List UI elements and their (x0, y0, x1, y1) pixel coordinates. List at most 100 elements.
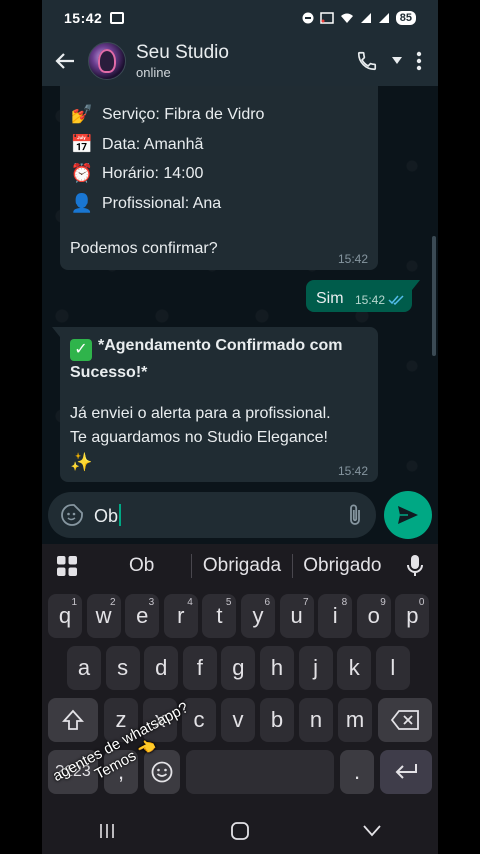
avatar[interactable] (88, 42, 126, 80)
backspace-icon (391, 710, 419, 730)
key-o[interactable]: o9 (356, 594, 391, 638)
key-hint: 6 (264, 597, 270, 608)
sticker-icon[interactable] (60, 503, 84, 527)
key-k[interactable]: k (337, 646, 372, 690)
send-button[interactable] (384, 491, 432, 539)
key-t[interactable]: t5 (202, 594, 237, 638)
navigation-bar (42, 808, 438, 854)
key-y[interactable]: y6 (241, 594, 275, 638)
incoming-message[interactable]: ✓ *Agendamento Confirmado com Sucesso!* J… (52, 327, 378, 482)
outgoing-message[interactable]: Sim 15:42 (306, 280, 420, 312)
enter-key[interactable] (380, 750, 432, 794)
key-hint: 4 (187, 597, 193, 608)
key-hint: 2 (110, 597, 116, 608)
message-input[interactable]: Ob (48, 492, 376, 538)
backspace-key[interactable] (378, 698, 432, 742)
incoming-message[interactable]: 💅 Serviço: Fibra de Vidro 📅 Data: Amanhã… (60, 86, 378, 270)
key-label: p (406, 603, 419, 628)
message-line: 📅 Data: Amanhã (70, 130, 366, 160)
header-actions (356, 50, 438, 72)
keyboard-row: zxcvbnm (42, 698, 438, 746)
key-label: y (252, 603, 264, 628)
message-question: Podemos confirmar? (70, 240, 218, 257)
battery-icon: 85 (395, 11, 416, 25)
key-d[interactable]: d (144, 646, 179, 690)
more-vertical-icon[interactable] (416, 51, 422, 71)
key-label: i (332, 603, 338, 628)
key-hint: 3 (148, 597, 155, 608)
keyboard: Ob Obrigada Obrigado q1w2e3r4t5y6u7i8o9p… (42, 544, 438, 854)
apps-grid-icon[interactable] (42, 555, 92, 577)
scrollbar[interactable] (432, 236, 436, 356)
person-icon: 👤 (70, 192, 94, 214)
key-s[interactable]: s (105, 646, 140, 690)
key-hint: 8 (341, 597, 348, 608)
message-composer: Ob (42, 488, 438, 544)
message-input-text[interactable]: Ob (94, 503, 122, 527)
key-e[interactable]: e3 (125, 594, 160, 638)
message-title: ✓ *Agendamento Confirmado com Sucesso!* (70, 334, 366, 386)
attach-icon[interactable] (346, 503, 364, 527)
key-u[interactable]: u7 (279, 594, 314, 638)
key-g[interactable]: g (221, 646, 256, 690)
status-icons: 85 (302, 11, 416, 25)
key-label: t (216, 603, 223, 628)
key-j[interactable]: j (298, 646, 333, 690)
key-h[interactable]: h (260, 646, 294, 690)
key-r[interactable]: r4 (163, 594, 198, 638)
key-v[interactable]: v (221, 698, 255, 742)
send-icon (398, 506, 418, 524)
arrow-left-icon (55, 53, 74, 69)
message-meta: 15:42 (355, 293, 404, 307)
wifi-icon (340, 13, 353, 23)
phone-call-icon[interactable] (356, 50, 378, 72)
key-q[interactable]: q1 (48, 594, 82, 638)
recent-apps-icon[interactable] (99, 823, 117, 839)
phone-screen: 15:42 85 Seu Studio online 💅 Serviço: Fi… (42, 0, 438, 854)
keyboard-row: asdfghjkl (42, 646, 438, 694)
key-a[interactable]: a (67, 646, 101, 690)
status-time: 15:42 (64, 10, 103, 26)
double-check-icon (388, 295, 404, 305)
back-button[interactable] (42, 50, 88, 72)
home-icon[interactable] (231, 822, 249, 840)
calendar-icon: 📅 (70, 133, 94, 155)
message-text: Serviço: Fibra de Vidro (102, 106, 265, 124)
sparkles-icon: ✨ (70, 451, 93, 473)
key-f[interactable]: f (182, 646, 217, 690)
shift-key[interactable] (48, 698, 98, 742)
key-w[interactable]: w2 (86, 594, 121, 638)
text-caret (119, 503, 122, 526)
key-i[interactable]: i8 (318, 594, 353, 638)
message-time: 15:42 (337, 464, 368, 478)
key-m[interactable]: m (338, 698, 372, 742)
key-label: r (177, 603, 185, 628)
status-bar: 15:42 85 (42, 0, 438, 36)
cast-icon (320, 12, 334, 24)
microphone-icon[interactable] (392, 554, 438, 578)
key-l[interactable]: l (375, 646, 410, 690)
message-time: 15:42 (337, 252, 368, 266)
suggestion-item[interactable]: Obrigada (192, 555, 291, 577)
keyboard-row: q1w2e3r4t5y6u7i8o9p0 (42, 594, 438, 642)
period-key[interactable]: . (340, 750, 374, 794)
message-text: Te aguardamos no Studio Elegance! (70, 429, 328, 446)
message-text: Sim (316, 290, 344, 307)
dnd-icon (302, 12, 314, 24)
key-label: e (136, 603, 149, 628)
chevron-down-icon[interactable] (392, 57, 402, 65)
contact-info[interactable]: Seu Studio online (136, 42, 229, 80)
message-time: 15:42 (354, 293, 385, 307)
space-key[interactable] (186, 750, 334, 794)
check-mark-icon: ✓ (70, 339, 92, 361)
key-b[interactable]: b (260, 698, 294, 742)
screen-record-icon (110, 12, 125, 24)
signal-icon (378, 13, 389, 23)
suggestion-item[interactable]: Ob (92, 555, 191, 577)
typed-text: Ob (94, 505, 119, 526)
message-text: Data: Amanhã (102, 135, 204, 153)
key-n[interactable]: n (299, 698, 333, 742)
hide-keyboard-icon[interactable] (363, 825, 381, 837)
suggestion-item[interactable]: Obrigado (293, 555, 392, 577)
key-p[interactable]: p0 (395, 594, 430, 638)
